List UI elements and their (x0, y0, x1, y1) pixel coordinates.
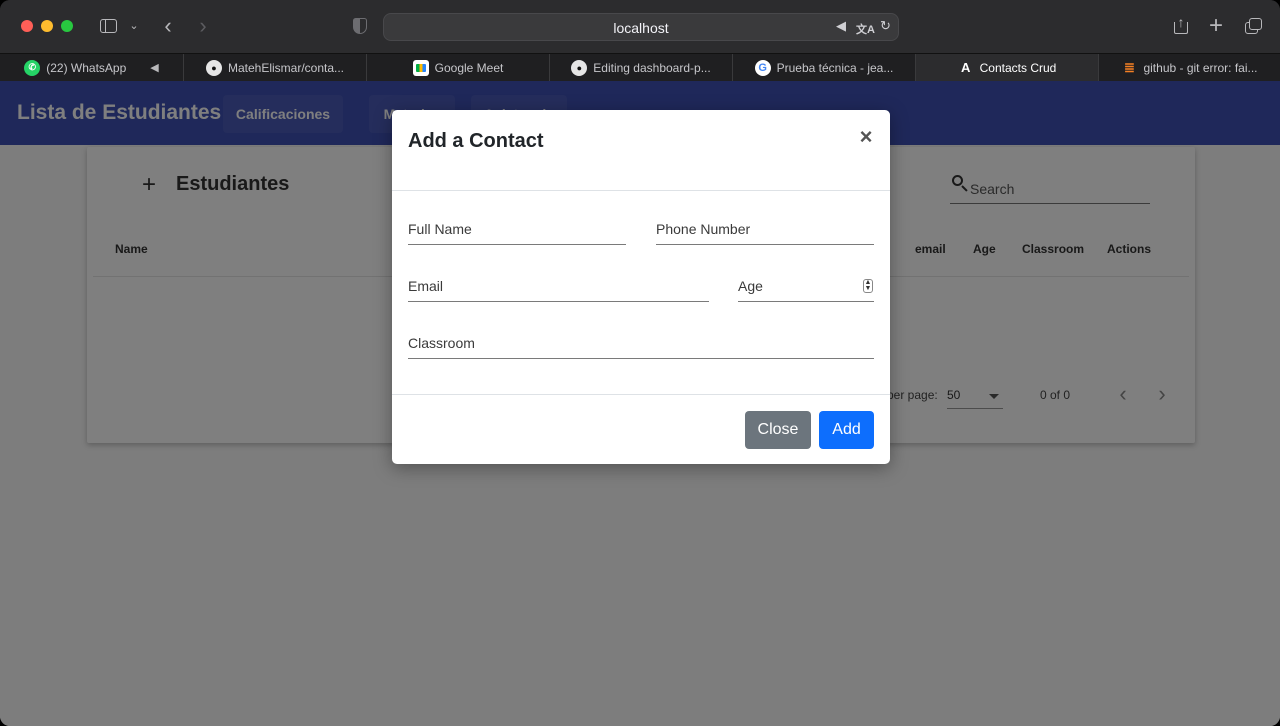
browser-window: ⌄ ‹ › localhost ◀ 文A ↻ ↑ + ✆ (22) WhatsA… (0, 0, 1280, 726)
add-contact-modal: Add a Contact × ▲▼ Close Add (392, 110, 890, 464)
tab-label: Editing dashboard-p... (593, 60, 711, 75)
close-window-button[interactable] (21, 20, 33, 32)
speaker-icon[interactable]: ◀ (836, 18, 846, 34)
age-field[interactable]: ▲▼ (738, 274, 874, 302)
tab-label: MatehElismar/conta... (227, 60, 345, 75)
tab-overview-icon[interactable] (1242, 14, 1264, 38)
github-icon: ● (205, 59, 222, 76)
tab-github-contacts[interactable]: ● MatehElismar/conta... (184, 54, 367, 81)
tab-prueba-tecnica[interactable]: G Prueba técnica - jea... (733, 54, 916, 81)
add-button[interactable]: Add (819, 411, 874, 449)
forward-arrow-icon[interactable]: › (193, 14, 213, 38)
tab-contacts-crud[interactable]: A Contacts Crud (916, 54, 1099, 81)
tab-label: Contacts Crud (979, 60, 1057, 75)
whatsapp-icon: ✆ (24, 59, 41, 76)
tab-label: Prueba técnica - jea... (776, 60, 894, 75)
github-icon: ● (571, 59, 588, 76)
tab-github-editing[interactable]: ● Editing dashboard-p... (550, 54, 733, 81)
tab-strip: ✆ (22) WhatsApp ◀ ● MatehElismar/conta..… (0, 53, 1280, 81)
modal-footer: Close Add (392, 394, 890, 464)
reload-icon[interactable]: ↻ (880, 18, 891, 34)
full-name-input[interactable] (408, 221, 626, 237)
sidebar-toggle-icon[interactable] (98, 14, 120, 38)
tab-google-meet[interactable]: Google Meet (367, 54, 550, 81)
translate-icon[interactable]: 文A (856, 21, 875, 37)
full-name-field[interactable] (408, 217, 626, 245)
tab-label: github - git error: fai... (1143, 60, 1258, 75)
email-field[interactable] (408, 274, 709, 302)
minimize-window-button[interactable] (41, 20, 53, 32)
share-icon[interactable]: ↑ (1170, 14, 1192, 38)
zoom-window-button[interactable] (61, 20, 73, 32)
browser-toolbar: ⌄ ‹ › localhost ◀ 文A ↻ ↑ + (0, 0, 1280, 53)
stackoverflow-icon: ≣ (1124, 59, 1135, 75)
google-icon: G (754, 59, 771, 76)
tab-stackoverflow[interactable]: ≣ github - git error: fai... (1099, 54, 1280, 81)
address-bar[interactable]: localhost ◀ 文A ↻ (383, 13, 899, 41)
google-meet-icon (412, 59, 429, 76)
email-input[interactable] (408, 278, 709, 294)
url-text: localhost (613, 20, 669, 36)
phone-number-input[interactable] (656, 221, 874, 237)
new-tab-icon[interactable]: + (1205, 14, 1227, 38)
back-arrow-icon[interactable]: ‹ (158, 14, 178, 38)
tab-label: Google Meet (434, 60, 504, 75)
tab-whatsapp[interactable]: ✆ (22) WhatsApp ◀ (0, 54, 184, 81)
age-input[interactable] (738, 278, 874, 294)
classroom-input[interactable] (408, 335, 874, 351)
close-button[interactable]: Close (745, 411, 811, 449)
chevron-down-icon[interactable]: ⌄ (127, 14, 141, 38)
phone-number-field[interactable] (656, 217, 874, 245)
close-icon[interactable]: × (854, 124, 878, 150)
modal-header: Add a Contact × (392, 110, 890, 191)
privacy-shield-icon[interactable] (350, 14, 370, 38)
modal-title: Add a Contact (408, 130, 544, 152)
classroom-field[interactable] (408, 331, 874, 359)
speaker-icon[interactable]: ◀ (150, 61, 158, 74)
tab-label: (22) WhatsApp (46, 60, 127, 75)
number-spinner-icon[interactable]: ▲ ▼ (863, 279, 873, 293)
angular-icon: A (960, 60, 971, 75)
